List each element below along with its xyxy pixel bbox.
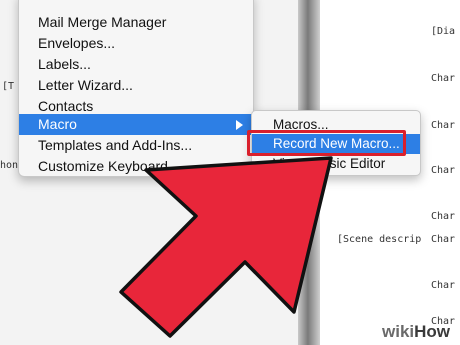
menu-item-macro[interactable]: Macro bbox=[19, 114, 255, 135]
menu-item-customize-keyboard[interactable]: Customize Keyboard... bbox=[19, 156, 255, 177]
menu-item-mail-merge-manager[interactable]: Mail Merge Manager bbox=[19, 12, 255, 33]
document-line: Char bbox=[431, 211, 456, 222]
wikihow-watermark: wikiHow bbox=[382, 322, 451, 341]
menu-item-macro-label: Macro bbox=[38, 116, 77, 132]
record-macro-highlight-box bbox=[247, 130, 406, 156]
menu-item-envelopes[interactable]: Envelopes... bbox=[19, 33, 255, 54]
document-line: Char bbox=[431, 120, 456, 131]
document-line: Char bbox=[431, 73, 456, 84]
tools-menu: Mail Merge Manager Envelopes... Labels..… bbox=[18, 0, 255, 177]
document-line: Char bbox=[431, 280, 456, 291]
document-line: [Dia bbox=[431, 26, 456, 37]
menu-item-templates-add-ins[interactable]: Templates and Add-Ins... bbox=[19, 135, 255, 156]
document-fragment: hon bbox=[0, 160, 19, 171]
document-line: [Scene descrip bbox=[337, 234, 422, 245]
document-fragment: [T bbox=[2, 81, 15, 92]
submenu-arrow-icon bbox=[236, 120, 243, 130]
menu-item-labels[interactable]: Labels... bbox=[19, 54, 255, 75]
document-line: Char bbox=[431, 234, 456, 245]
document-line: Char bbox=[431, 165, 456, 176]
submenu-item-visual-basic-editor[interactable]: Visual Basic Editor bbox=[252, 154, 420, 174]
menu-item-letter-wizard[interactable]: Letter Wizard... bbox=[19, 75, 255, 96]
